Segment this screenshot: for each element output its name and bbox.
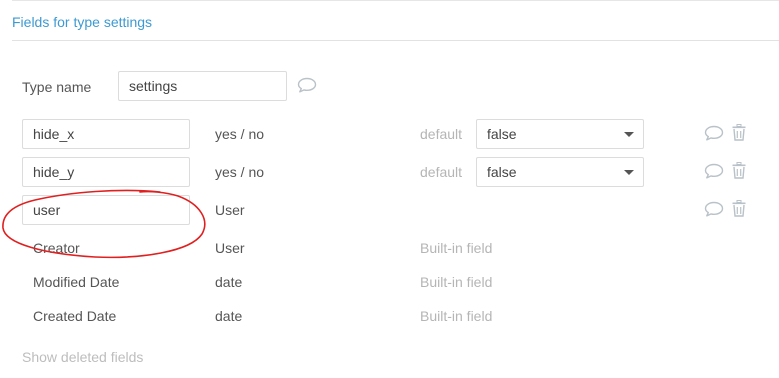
default-select-value: false: [487, 164, 517, 180]
type-name-label: Type name: [22, 79, 92, 95]
default-label-hide-y: default: [420, 164, 463, 180]
default-select-value: false: [487, 126, 517, 142]
builtin-field-note: Built-in field: [420, 308, 493, 324]
field-name-input-user[interactable]: [22, 195, 190, 225]
show-deleted-fields-link[interactable]: Show deleted fields: [22, 349, 143, 365]
builtin-field-note: Built-in field: [420, 240, 493, 256]
trash-icon[interactable]: [732, 124, 746, 146]
top-divider: [12, 0, 779, 1]
default-label-hide-x: default: [420, 126, 463, 142]
builtin-field-name-created-date: Created Date: [33, 308, 117, 324]
field-type-hide-y: yes / no: [215, 164, 265, 180]
chevron-down-icon: [624, 132, 634, 137]
builtin-field-name-creator: Creator: [33, 240, 80, 256]
chevron-down-icon: [624, 170, 634, 175]
field-name-input-hide-y[interactable]: [22, 157, 190, 187]
comment-icon[interactable]: [704, 125, 724, 146]
comment-icon[interactable]: [704, 201, 724, 222]
builtin-field-type-created-date: date: [215, 308, 243, 324]
comment-icon[interactable]: [297, 77, 317, 98]
default-select-hide-x[interactable]: false: [476, 119, 644, 149]
title-divider: [12, 40, 779, 41]
builtin-field-note: Built-in field: [420, 274, 493, 290]
builtin-field-name-modified-date: Modified Date: [33, 274, 120, 290]
field-name-input-hide-x[interactable]: [22, 119, 190, 149]
type-name-input[interactable]: [118, 71, 287, 101]
trash-icon[interactable]: [732, 162, 746, 184]
default-select-hide-y[interactable]: false: [476, 157, 644, 187]
builtin-field-type-creator: User: [215, 240, 245, 256]
comment-icon[interactable]: [704, 163, 724, 184]
section-title: Fields for type settings: [12, 14, 153, 30]
field-type-hide-x: yes / no: [215, 126, 265, 142]
field-type-user: User: [215, 202, 245, 218]
trash-icon[interactable]: [732, 200, 746, 222]
builtin-field-type-modified-date: date: [215, 274, 243, 290]
